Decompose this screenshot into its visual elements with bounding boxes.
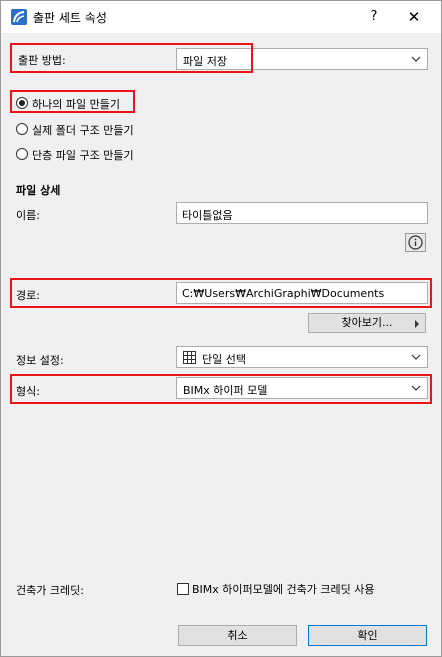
radio-label: 단층 파일 구조 만들기 [32, 149, 134, 162]
path-input[interactable]: C:₩Users₩ArchiGraphi₩Documents [176, 282, 428, 304]
radio-button[interactable] [16, 148, 28, 160]
name-value: 타이틀없음 [182, 209, 233, 222]
radio-label: 실제 폴더 구조 만들기 [32, 124, 134, 137]
grid-icon [183, 351, 196, 364]
chevron-down-icon [411, 56, 421, 62]
browse-label: 찾아보기... [341, 316, 393, 329]
path-value: C:₩Users₩ArchiGraphi₩Documents [182, 287, 385, 300]
name-label: 이름: [16, 209, 40, 222]
archicad-icon [11, 9, 27, 25]
building-credit-label: 건축가 크레딧: [16, 584, 84, 597]
info-settings-value: 단일 선택 [202, 353, 246, 366]
browse-button[interactable]: 찾아보기... [308, 313, 426, 333]
help-button[interactable]: ? [364, 7, 384, 27]
title-bar: 출판 세트 속성 ? ✕ [1, 1, 441, 33]
dialog-window: 출판 세트 속성 ? ✕ 출판 방법: 파일 저장 하나의 파일 만들기 실제 … [0, 0, 442, 657]
path-label: 경로: [16, 289, 40, 302]
info-settings-label: 정보 설정: [16, 354, 64, 367]
close-button[interactable]: ✕ [404, 7, 424, 27]
format-dropdown[interactable]: BIMx 하이퍼 모델 [176, 377, 428, 399]
cancel-button[interactable]: 취소 [178, 625, 297, 646]
radio-button[interactable] [16, 123, 28, 135]
info-settings-dropdown[interactable]: 단일 선택 [176, 346, 428, 368]
building-credit-checkbox-label: BIMx 하이퍼모델에 건축가 크레딧 사용 [192, 583, 375, 596]
file-details-heading: 파일 상세 [16, 184, 61, 197]
publish-method-dropdown[interactable]: 파일 저장 [176, 48, 428, 70]
info-button[interactable] [405, 233, 426, 252]
radio-label: 하나의 파일 만들기 [32, 98, 120, 111]
radio-button[interactable] [16, 97, 28, 109]
radio-dot [19, 100, 25, 106]
format-value: BIMx 하이퍼 모델 [183, 384, 268, 397]
format-label: 형식: [16, 385, 40, 398]
publish-method-value: 파일 저장 [183, 55, 227, 68]
chevron-down-icon [411, 385, 421, 391]
building-credit-checkbox[interactable] [177, 583, 189, 595]
ok-button[interactable]: 확인 [308, 625, 427, 646]
chevron-down-icon [411, 354, 421, 360]
window-title: 출판 세트 속성 [33, 11, 107, 25]
info-icon [408, 235, 423, 250]
publish-method-label: 출판 방법: [18, 54, 66, 67]
chevron-right-icon [415, 320, 419, 328]
name-input[interactable]: 타이틀없음 [176, 202, 428, 224]
